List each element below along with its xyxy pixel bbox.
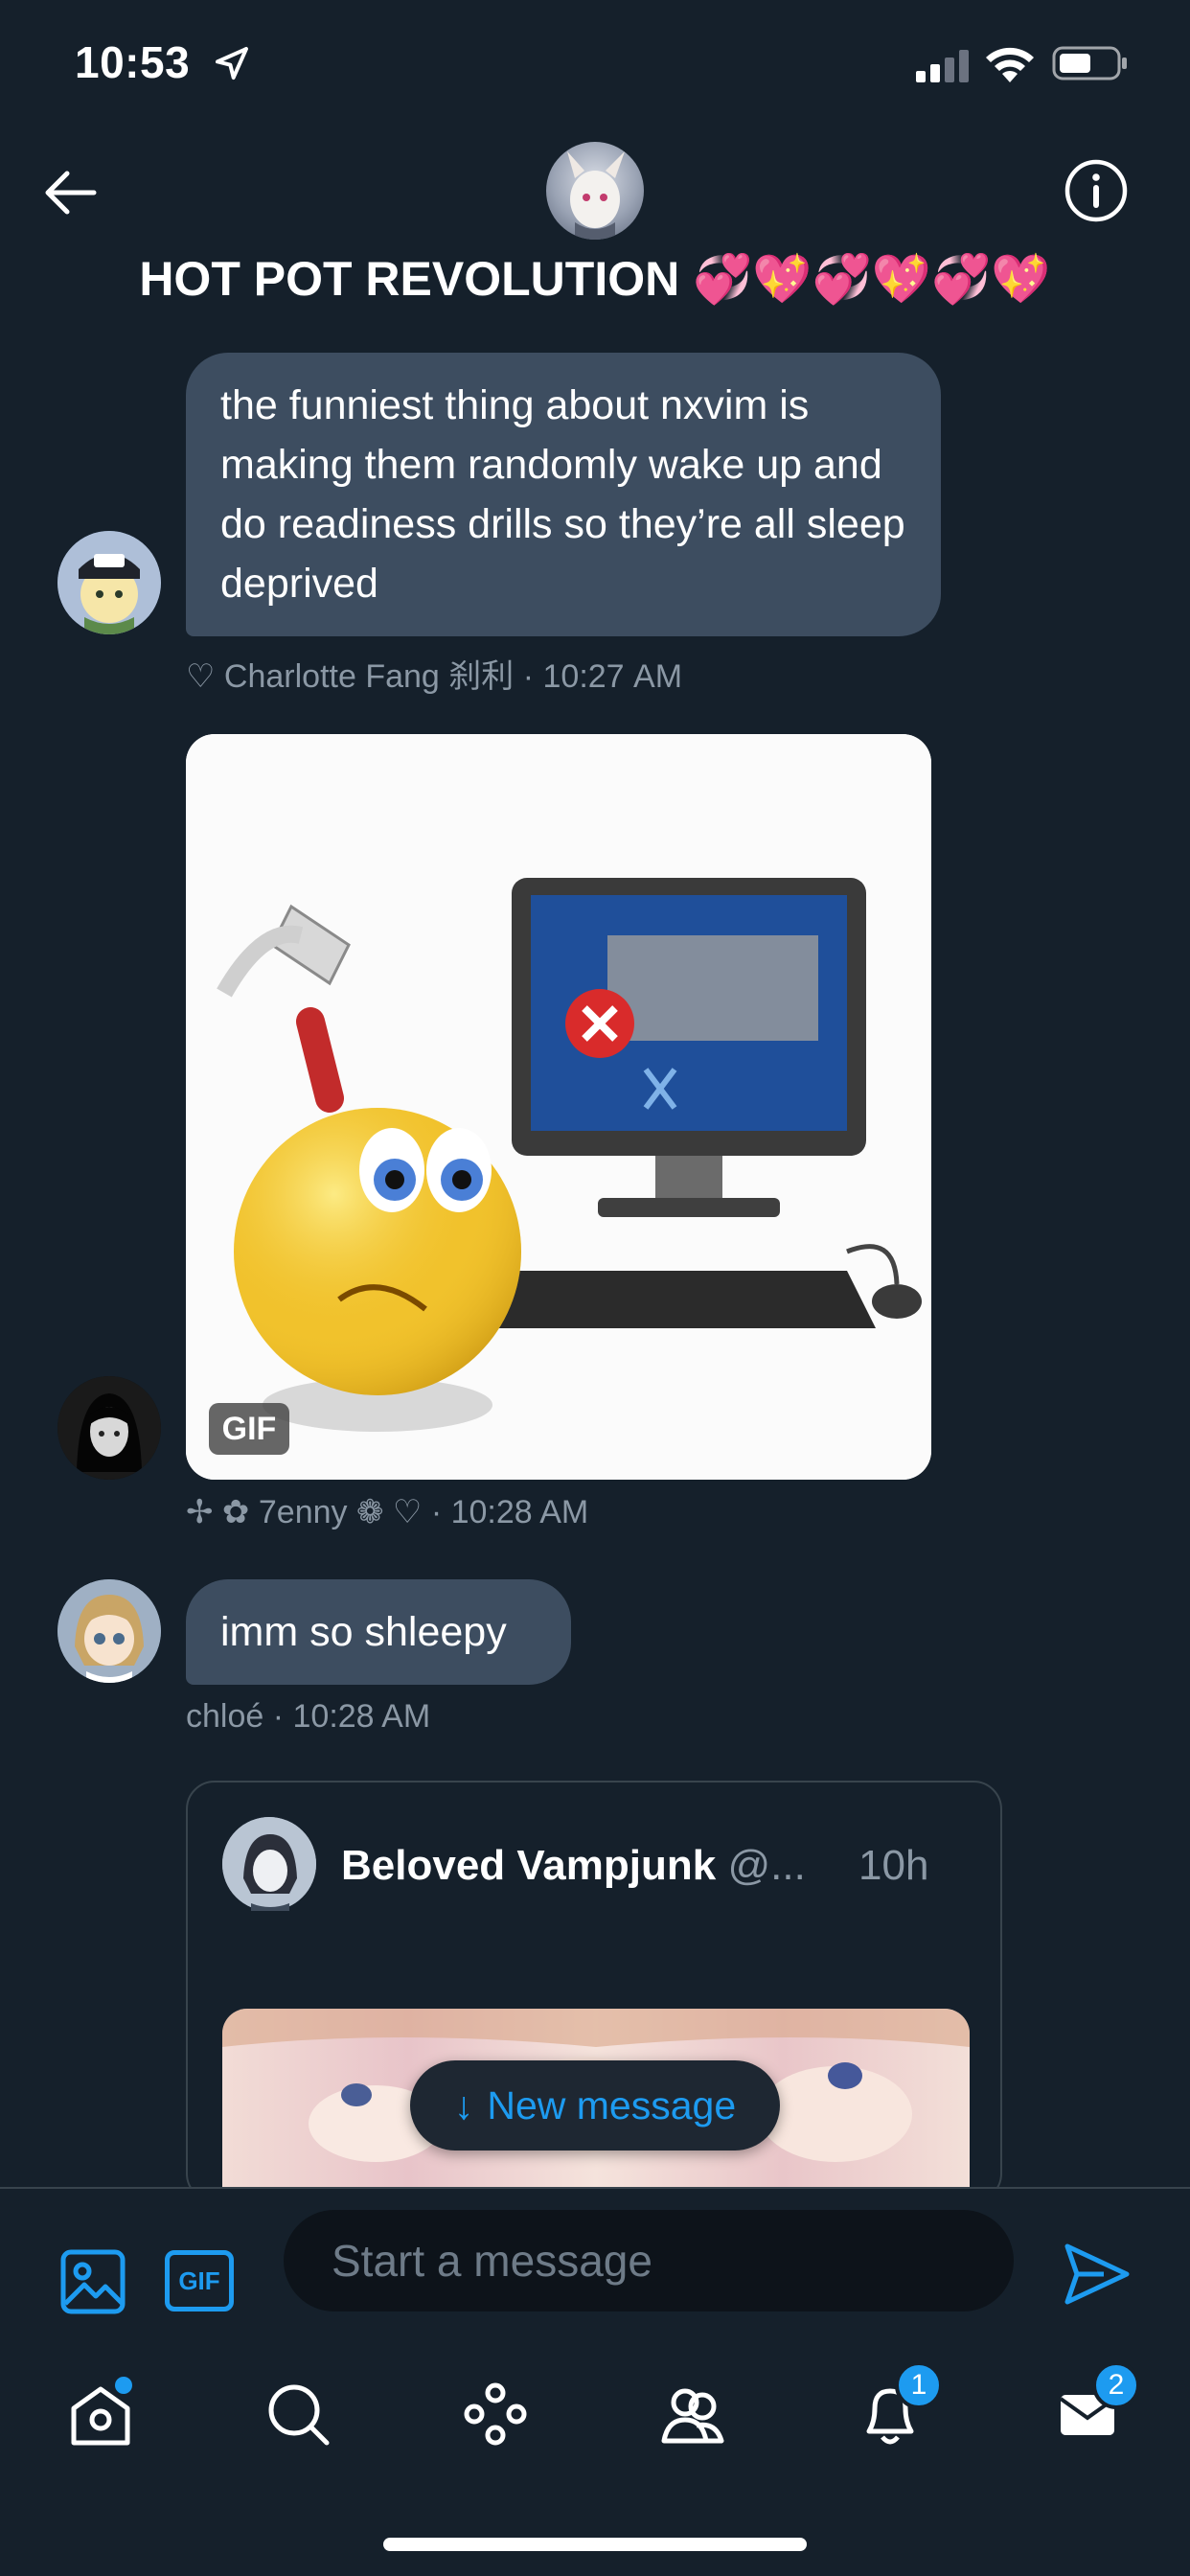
search-icon (268, 2384, 330, 2446)
message-sender[interactable]: chloé (186, 1698, 263, 1735)
tab-notifications[interactable]: 1 (847, 2361, 943, 2457)
cellular-signal-icon (916, 50, 969, 82)
tweet-author-handle: @... (727, 1842, 806, 1889)
message-composer: GIF (0, 2187, 1190, 2346)
home-indicator (383, 2538, 807, 2551)
communities-icon (661, 2388, 724, 2444)
messages-badge: 2 (1092, 2361, 1140, 2409)
gif-button[interactable]: GIF (165, 2250, 234, 2312)
tweet-time: 10h (858, 1842, 929, 1889)
home-notification-dot (115, 2377, 132, 2394)
group-avatar-image (567, 151, 625, 240)
avatar-chloe[interactable] (57, 1579, 161, 1683)
tab-communities[interactable] (650, 2371, 736, 2457)
avatar-charlotte[interactable] (57, 531, 161, 634)
message-meta: chloé · 10:28 AM (186, 1698, 430, 1736)
message-meta: ✢ ✿ 7enny ❁ ♡ · 10:28 AM (186, 1493, 588, 1531)
battery-icon (1052, 46, 1127, 80)
notifications-badge: 1 (895, 2361, 943, 2409)
tweet-author-name: Beloved Vampjunk (341, 1842, 717, 1889)
arrow-down-icon: ↓ (453, 2082, 474, 2128)
arrow-left-icon (45, 171, 97, 215)
spaces-icon (464, 2382, 527, 2446)
new-message-label: New message (487, 2082, 737, 2128)
group-avatar[interactable] (546, 142, 644, 240)
message-input[interactable] (284, 2210, 1014, 2312)
message-sender[interactable]: ✢ ✿ 7enny ❁ ♡ (186, 1494, 422, 1530)
tab-search[interactable] (255, 2371, 341, 2457)
message-meta: ♡ Charlotte Fang 刹利 · 10:27 AM (186, 650, 682, 697)
gif-image (186, 734, 931, 1480)
image-icon[interactable] (59, 2248, 126, 2315)
tab-spaces[interactable] (452, 2371, 538, 2457)
wifi-icon (986, 47, 1034, 82)
send-icon[interactable] (1062, 2239, 1133, 2310)
tab-messages[interactable]: 2 (1044, 2361, 1140, 2457)
status-time: 10:53 (75, 37, 191, 87)
message-time: · 10:28 AM (272, 1698, 431, 1735)
conversation-title[interactable]: HOT POT REVOLUTION 💞💖💞💖💞💖 (0, 251, 1190, 308)
gif-attachment[interactable]: GIF (186, 734, 931, 1480)
location-arrow-icon (216, 47, 248, 80)
tweet-author[interactable]: Beloved Vampjunk @... (341, 1842, 806, 1890)
tab-home[interactable] (57, 2371, 144, 2457)
message-time: · 10:27 AM (522, 658, 683, 695)
message-bubble[interactable]: imm so shleepy (186, 1579, 571, 1685)
message-bubble[interactable]: the funniest thing about nxvim is making… (186, 353, 941, 636)
new-message-button[interactable]: ↓ New message (410, 2060, 780, 2150)
tweet-author-avatar[interactable] (222, 1817, 316, 1911)
message-time: · 10:28 AM (430, 1494, 589, 1530)
message-sender[interactable]: ♡ Charlotte Fang 刹利 (186, 658, 514, 695)
info-icon[interactable] (1064, 158, 1129, 223)
back-button[interactable] (38, 161, 102, 224)
avatar-7enny[interactable] (57, 1376, 161, 1480)
gif-badge: GIF (209, 1403, 289, 1455)
